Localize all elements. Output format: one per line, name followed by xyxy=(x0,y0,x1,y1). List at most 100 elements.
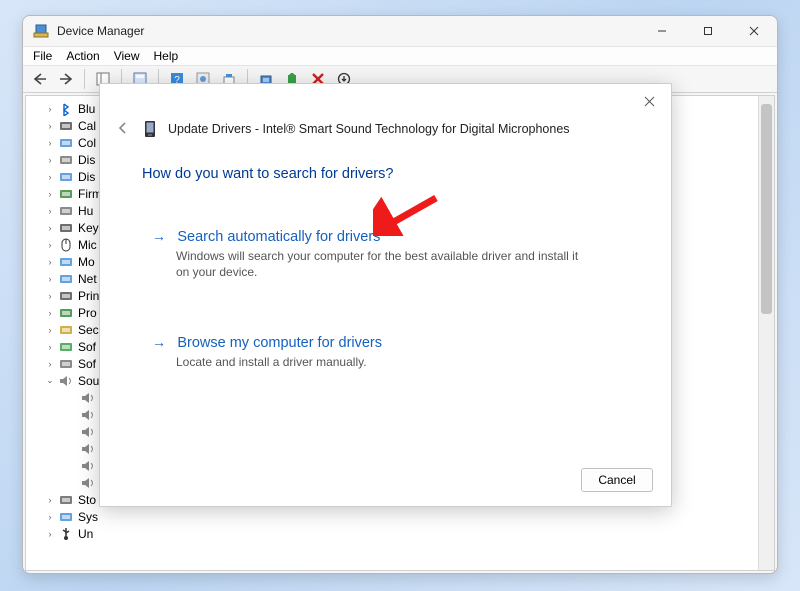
chip-icon xyxy=(58,187,74,201)
chevron-right-icon[interactable]: › xyxy=(44,103,56,115)
tree-item-label: Hu xyxy=(78,204,93,218)
option-title: Search automatically for drivers xyxy=(177,229,380,245)
device-icon xyxy=(144,120,158,138)
chevron-right-icon[interactable]: › xyxy=(44,528,56,540)
hid-icon xyxy=(58,204,74,218)
mouse-icon xyxy=(58,238,74,252)
tree-item-label: Sof xyxy=(78,357,96,371)
minimize-button[interactable] xyxy=(639,16,685,46)
chevron-right-icon[interactable]: › xyxy=(44,188,56,200)
audio-icon xyxy=(80,425,96,439)
dialog-back-button[interactable] xyxy=(116,121,134,138)
spacer-icon xyxy=(66,426,78,438)
audio-icon xyxy=(80,442,96,456)
title-bar: Device Manager xyxy=(23,16,777,46)
chevron-right-icon[interactable]: › xyxy=(44,290,56,302)
dialog-question: How do you want to search for drivers? xyxy=(142,166,671,182)
computer-icon xyxy=(58,136,74,150)
cpu-icon xyxy=(58,306,74,320)
chevron-right-icon[interactable]: › xyxy=(44,273,56,285)
option-title: Browse my computer for drivers xyxy=(177,335,382,351)
dialog-title: Update Drivers - Intel® Smart Sound Tech… xyxy=(168,122,570,136)
tree-item-label: Net xyxy=(78,272,97,286)
tree-item-label: Sou xyxy=(78,374,99,388)
component-icon xyxy=(58,340,74,354)
usb-icon xyxy=(58,527,74,541)
chevron-right-icon[interactable]: › xyxy=(44,205,56,217)
back-button[interactable] xyxy=(29,68,51,90)
chevron-right-icon[interactable]: › xyxy=(44,511,56,523)
display-icon xyxy=(58,170,74,184)
system-icon xyxy=(58,510,74,524)
tree-item-label: Sec xyxy=(78,323,99,337)
audio-icon xyxy=(80,476,96,490)
spacer-icon xyxy=(66,460,78,472)
chevron-right-icon[interactable]: › xyxy=(44,137,56,149)
chevron-right-icon[interactable]: › xyxy=(44,239,56,251)
tree-item-label: Un xyxy=(78,527,93,541)
menu-help[interactable]: Help xyxy=(154,49,179,63)
tree-item-label: Sof xyxy=(78,340,96,354)
arrow-right-icon: → xyxy=(152,228,166,244)
chevron-down-icon[interactable]: ⌄ xyxy=(44,375,56,387)
chevron-right-icon[interactable]: › xyxy=(44,494,56,506)
close-button[interactable] xyxy=(731,16,777,46)
arrow-right-icon: → xyxy=(152,334,166,350)
spacer-icon xyxy=(66,409,78,421)
sound-icon xyxy=(58,374,74,388)
chevron-right-icon[interactable]: › xyxy=(44,307,56,319)
audio-icon xyxy=(80,408,96,422)
audio-icon xyxy=(80,391,96,405)
tree-item-label: Mo xyxy=(78,255,95,269)
spacer-icon xyxy=(66,477,78,489)
menu-view[interactable]: View xyxy=(114,49,140,63)
spacer-icon xyxy=(66,443,78,455)
dialog-close-button[interactable] xyxy=(635,90,663,112)
disk-icon xyxy=(58,153,74,167)
tree-item-label: Col xyxy=(78,136,96,150)
tree-item[interactable]: › Sys xyxy=(32,508,758,525)
chevron-right-icon[interactable]: › xyxy=(44,358,56,370)
update-drivers-dialog: Update Drivers - Intel® Smart Sound Tech… xyxy=(99,83,672,507)
chevron-right-icon[interactable]: › xyxy=(44,154,56,166)
cancel-button[interactable]: Cancel xyxy=(581,468,653,492)
chevron-right-icon[interactable]: › xyxy=(44,222,56,234)
scrollbar-thumb[interactable] xyxy=(761,104,772,314)
storage-icon xyxy=(58,493,74,507)
keyboard-icon xyxy=(58,221,74,235)
tree-item-label: Key xyxy=(78,221,99,235)
vertical-scrollbar[interactable] xyxy=(758,96,774,570)
bluetooth-icon xyxy=(58,102,74,116)
forward-button[interactable] xyxy=(55,68,77,90)
tree-item-label: Mic xyxy=(78,238,97,252)
menu-bar: File Action View Help xyxy=(23,46,777,66)
tree-item-label: Dis xyxy=(78,153,95,167)
tree-item-label: Cal xyxy=(78,119,96,133)
option-description: Windows will search your computer for th… xyxy=(176,248,594,280)
security-icon xyxy=(58,323,74,337)
tree-item-label: Sto xyxy=(78,493,96,507)
chevron-right-icon[interactable]: › xyxy=(44,120,56,132)
maximize-button[interactable] xyxy=(685,16,731,46)
tree-item[interactable]: › Un xyxy=(32,525,758,542)
menu-action[interactable]: Action xyxy=(66,49,99,63)
spacer-icon xyxy=(66,392,78,404)
chevron-right-icon[interactable]: › xyxy=(44,324,56,336)
option-browse-computer[interactable]: → Browse my computer for drivers Locate … xyxy=(142,324,622,380)
tree-item-label: Prin xyxy=(78,289,99,303)
option-description: Locate and install a driver manually. xyxy=(176,354,594,370)
app-icon xyxy=(33,23,49,39)
tree-item-label: Sys xyxy=(78,510,98,524)
monitor-icon xyxy=(58,255,74,269)
camera-icon xyxy=(58,119,74,133)
tree-item-label: Blu xyxy=(78,102,95,116)
tree-item-label: Dis xyxy=(78,170,95,184)
option-search-automatically[interactable]: → Search automatically for drivers Windo… xyxy=(142,218,622,290)
window-title: Device Manager xyxy=(57,24,144,38)
menu-file[interactable]: File xyxy=(33,49,52,63)
chevron-right-icon[interactable]: › xyxy=(44,256,56,268)
tree-item-label: Pro xyxy=(78,306,97,320)
chevron-right-icon[interactable]: › xyxy=(44,171,56,183)
printer-icon xyxy=(58,289,74,303)
chevron-right-icon[interactable]: › xyxy=(44,341,56,353)
